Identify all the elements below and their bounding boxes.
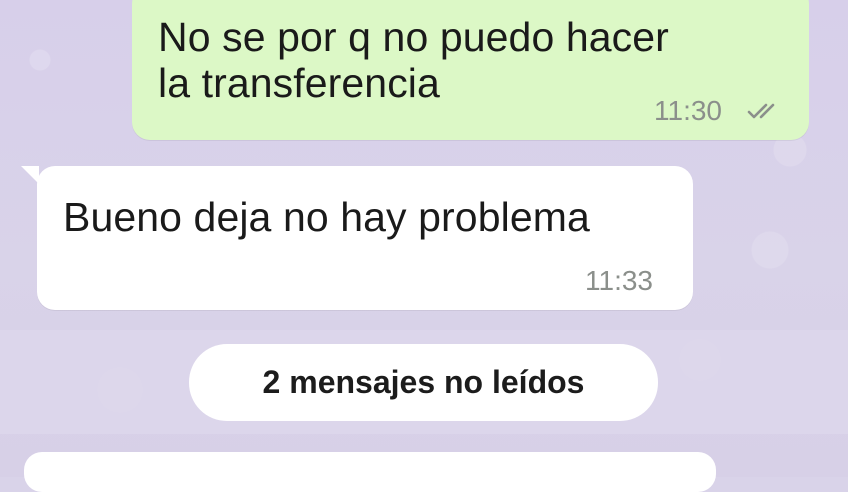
outgoing-message-bubble[interactable]: No se por q no puedo hacer la transferen… [132,0,809,140]
incoming-message-bubble[interactable]: Bueno deja no hay problema 11:33 [21,166,693,310]
incoming-message-bubble-partial[interactable] [24,452,716,492]
message-time: 11:30 [654,95,722,126]
message-time: 11:33 [585,265,653,296]
unread-messages-badge: 2 mensajes no leídos [189,344,658,421]
message-text: No se por q no puedo hacer la transferen… [158,14,669,106]
message-text: Bueno deja no hay problema [63,194,590,240]
message-tail [21,166,39,184]
double-check-icon [747,103,775,119]
